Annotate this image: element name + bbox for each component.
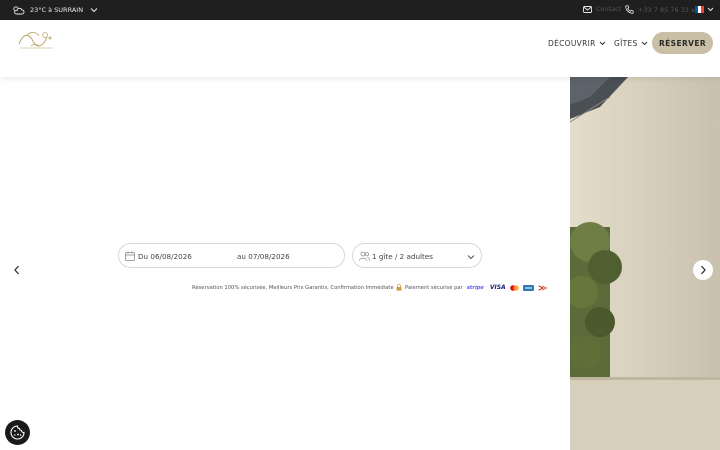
date-to: au 07/08/2026 bbox=[237, 252, 290, 261]
cookie-settings-button[interactable] bbox=[5, 420, 30, 445]
stripe-logo: stripe bbox=[466, 284, 484, 291]
nav-decouvrir-label: DÉCOUVRIR bbox=[548, 39, 596, 48]
cookie-icon bbox=[10, 425, 25, 440]
chevron-left-icon bbox=[14, 265, 19, 275]
contact-label: Contact bbox=[596, 5, 622, 13]
amex-icon bbox=[522, 284, 534, 291]
hero-slider: Du 06/08/2026 au 07/08/2026 1 gîte / 2 a… bbox=[0, 77, 720, 450]
reassurance-text: Réservation 100% sécurisée, Meilleurs Pr… bbox=[192, 285, 394, 291]
slider-next-button[interactable] bbox=[693, 260, 713, 280]
nav-gites[interactable]: GÎTES bbox=[614, 39, 648, 48]
visa-logo: VISA bbox=[489, 284, 506, 291]
site-logo[interactable] bbox=[15, 29, 59, 51]
site-header: DÉCOUVRIR GÎTES RÉSERVER bbox=[0, 20, 720, 77]
date-range-picker[interactable]: Du 06/08/2026 au 07/08/2026 bbox=[118, 243, 345, 268]
slider-prev-button[interactable] bbox=[7, 260, 27, 280]
cloud-sun-icon bbox=[13, 6, 25, 15]
chevron-down-icon bbox=[707, 7, 714, 12]
nav-decouvrir[interactable]: DÉCOUVRIR bbox=[548, 39, 606, 48]
chevron-down-icon bbox=[599, 41, 605, 46]
phone-number: +33 7 85 76 33 xx bbox=[638, 5, 699, 14]
paypal-icon bbox=[538, 284, 547, 291]
mail-icon bbox=[583, 5, 592, 13]
chevron-down-icon bbox=[90, 8, 98, 13]
weather-text: 23°C à SURRAIN bbox=[30, 6, 84, 14]
top-bar: 23°C à SURRAIN Contact +33 7 85 76 33 xx bbox=[0, 0, 720, 20]
reserve-button[interactable]: RÉSERVER bbox=[652, 32, 713, 54]
chevron-right-icon bbox=[701, 265, 706, 275]
guests-selector[interactable]: 1 gîte / 2 adultes bbox=[352, 243, 482, 268]
users-icon bbox=[359, 251, 370, 261]
contact-link[interactable]: Contact bbox=[583, 5, 621, 13]
france-flag-icon bbox=[695, 6, 704, 13]
date-from: Du 06/08/2026 bbox=[138, 252, 192, 261]
chevron-down-icon bbox=[641, 41, 647, 46]
phone-link[interactable]: +33 7 85 76 33 xx bbox=[625, 5, 699, 14]
logo-emblem bbox=[18, 32, 53, 49]
lock-icon bbox=[396, 284, 402, 291]
nav-gites-label: GÎTES bbox=[614, 39, 638, 48]
chevron-down-icon bbox=[467, 255, 475, 260]
secure-payment: Paiement sécurisé par stripe VISA bbox=[396, 284, 548, 291]
mastercard-icon bbox=[509, 284, 519, 291]
secure-payment-label: Paiement sécurisé par bbox=[405, 284, 463, 291]
guests-value: 1 gîte / 2 adultes bbox=[372, 252, 434, 261]
weather-widget[interactable]: 23°C à SURRAIN bbox=[12, 5, 98, 15]
phone-icon bbox=[625, 5, 634, 14]
calendar-icon bbox=[125, 251, 135, 261]
language-selector[interactable] bbox=[695, 6, 714, 13]
